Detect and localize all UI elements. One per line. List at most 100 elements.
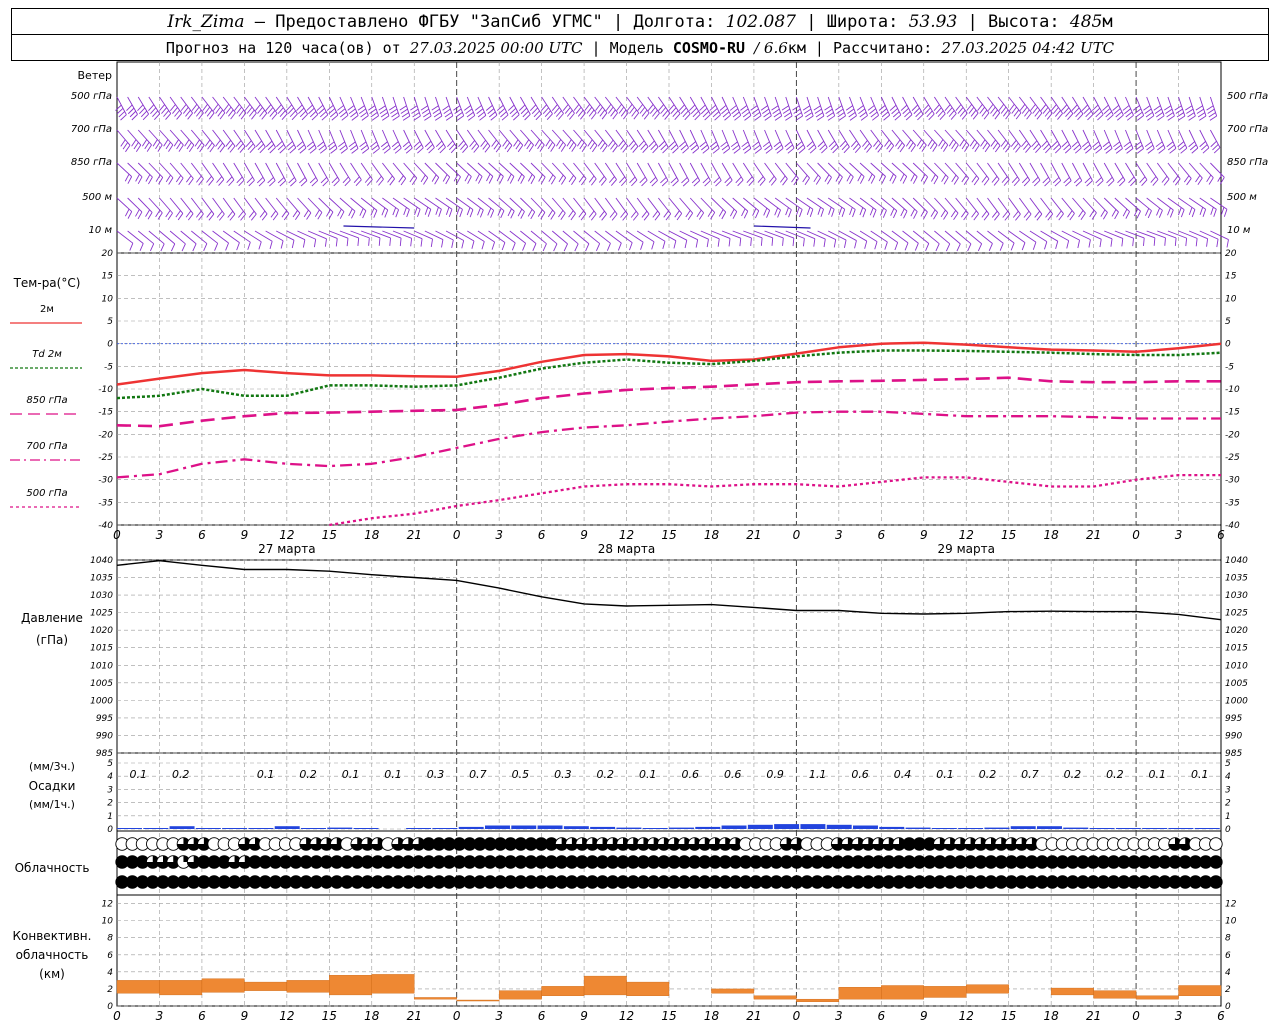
wind-level-label-left: 500 гПа [71,91,112,102]
wind-barb-feather [1165,108,1173,114]
wind-barb-feather [206,176,212,183]
wind-barb-staff [477,230,495,243]
wind-barb-feather [539,144,545,152]
wind-barb-feather [230,112,236,120]
wind-barb-feather [435,140,443,148]
wind-barb-feather [630,210,637,218]
wind-barb-feather [781,105,789,111]
wind-barb-feather [290,180,297,187]
temp-tick-left: -30 [98,476,113,486]
wind-barb-feather [308,144,316,151]
wind-barb-staff [742,96,752,116]
wind-barb-feather [131,114,138,121]
pressure-tick-left: 1035 [90,574,113,584]
wind-barb-feather [383,148,391,154]
wind-barb-feather [741,108,749,115]
wind-barb-feather [721,108,728,115]
wind-barb-feather [782,108,791,114]
wind-barb-feather [900,208,905,217]
wind-barb-staff [1061,162,1072,181]
wind-barb-feather [1146,144,1154,151]
wind-barb-staff [360,162,373,180]
wind-barb-feather [1044,180,1051,187]
wind-barb-feather [522,243,527,251]
wind-barb-staff [764,129,773,149]
wind-barb-feather [1147,210,1152,219]
wind-barb-feather [405,147,413,154]
wind-barb-feather [152,139,158,147]
wind-barb-staff [201,96,215,114]
wind-barb-feather [1083,107,1090,115]
wind-barb-feather [654,112,660,120]
wind-barb-feather [300,180,308,187]
wind-barb-feather [1081,104,1088,111]
pressure-tick-right: 990 [1225,731,1242,741]
wind-barb-feather [1084,177,1092,184]
wind-barb-feather [208,178,214,186]
wind-barb-feather [920,209,926,217]
wind-barb-feather [159,104,165,111]
wind-barb-feather [1035,146,1042,154]
wind-barb-feather [491,241,496,250]
wind-barb-feather [1064,147,1072,154]
pressure-tick-right: 985 [1225,749,1242,759]
wind-barb-feather [1088,239,1091,248]
wind-barb-feather [654,213,661,221]
wind-barb-feather [1125,111,1133,118]
wind-barb-feather [248,109,255,117]
wind-barb-feather [116,107,124,115]
wind-barb-feather [216,176,223,183]
wind-barb-staff [275,96,288,114]
wind-barb-staff [636,96,650,114]
wind-barb-feather [1105,111,1112,118]
wind-barb-staff [222,96,236,114]
wind-barb-feather [782,237,784,246]
wind-barb-feather [1134,108,1142,115]
wind-barb-feather [607,139,614,147]
hour-label-bottom: 0 [113,1009,121,1023]
wind-barb-feather [1197,177,1203,185]
wind-barb-feather [774,207,779,216]
pressure-tick-right: 1040 [1225,556,1248,566]
precip-bar [458,826,484,829]
wind-barb-feather [662,110,669,117]
wind-barb-feather [706,239,709,248]
wind-barb-feather [773,112,781,118]
wind-barb-feather [524,139,530,147]
wind-barb-feather [481,241,485,250]
wind-barb-feather [1134,141,1142,148]
wind-barb-feather [225,106,232,114]
wind-barb-feather [498,108,506,115]
wind-barb-feather [813,174,819,183]
hour-label-top: 6 [538,528,546,542]
wind-barb-feather [192,243,197,252]
wind-barb-feather [648,140,655,148]
wind-barb-feather [292,210,298,218]
wind-barb-feather [729,105,737,111]
wind-barb-feather [1045,146,1052,154]
wind-barb-feather [732,211,738,219]
precip-3h-total: 0.6 [681,768,699,781]
day-label: 29 марта [938,542,995,556]
wind-barb-staff [764,162,777,180]
wind-barb-staff [647,96,660,114]
wind-barb-feather [246,176,253,184]
wind-barb-feather [815,112,823,118]
wind-barb-feather [558,210,564,218]
wind-barb-staff [753,129,762,149]
wind-barb-feather [640,242,644,250]
wind-barb-feather [1086,180,1093,187]
wind-barb-staff [541,96,553,115]
wind-barb-staff [477,129,491,147]
wind-barb-feather [832,146,839,154]
conv-cloud-bar [711,988,755,994]
temp-legend-label: 700 гПа [26,441,67,452]
wind-barb-feather [742,144,750,151]
conv-cloud-bar [1050,987,1094,996]
wind-barb-feather [157,144,163,152]
wind-calm-segment [343,225,415,229]
hour-label-top: 3 [1175,528,1183,542]
wind-barb-feather [1186,108,1194,114]
wind-barb-feather [578,175,585,183]
precip-bar [1194,828,1220,829]
